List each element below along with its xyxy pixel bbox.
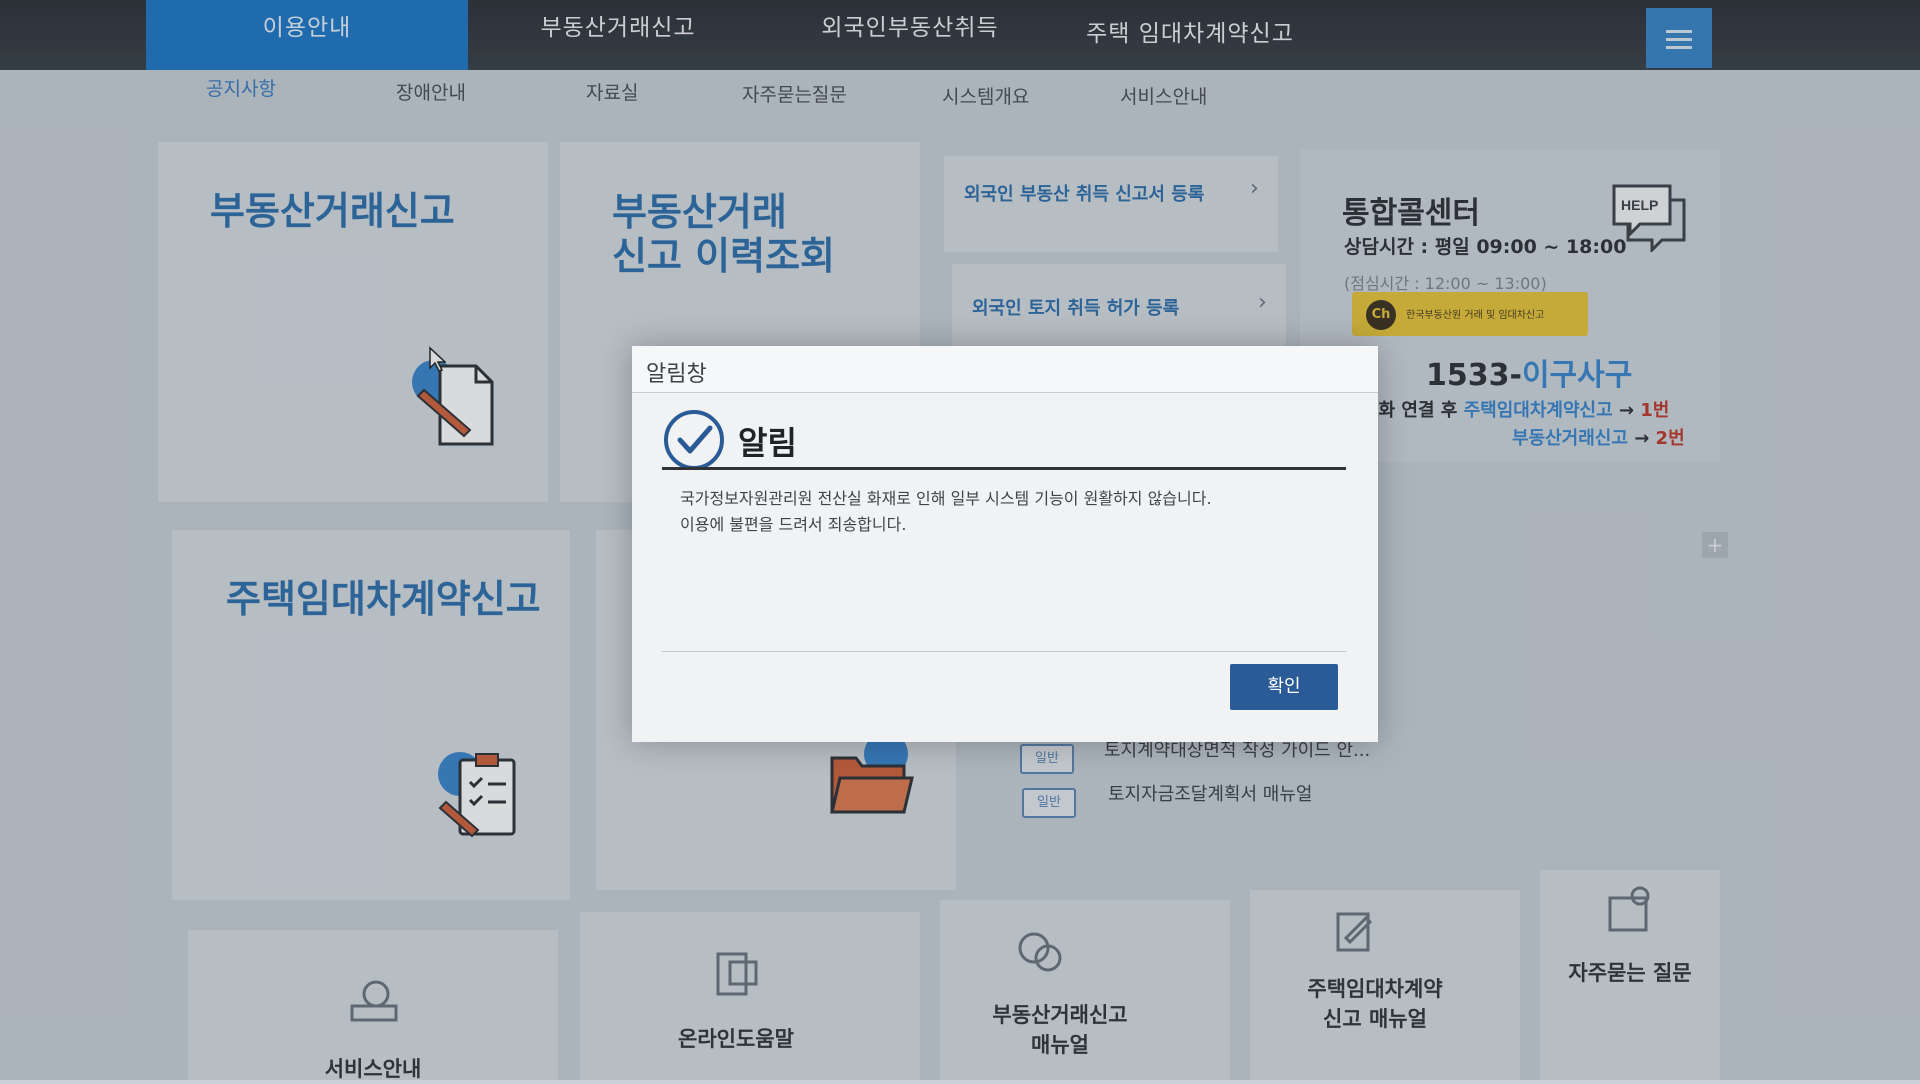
alert-dialog: 알림창 알림 국가정보자원관리원 전산실 화재로 인해 일부 시스템 기능이 원… <box>632 346 1378 742</box>
dialog-divider <box>662 467 1346 470</box>
dialog-window-title: 알림창 <box>646 362 707 387</box>
check-circle-icon <box>664 410 724 470</box>
dialog-message-line1: 국가정보자원관리원 전산실 화재로 인해 일부 시스템 기능이 원활하지 않습니… <box>680 489 1212 508</box>
confirm-button[interactable]: 확인 <box>1230 664 1338 710</box>
dialog-message-line2: 이용에 불편을 드려서 죄송합니다. <box>680 515 907 534</box>
dialog-footer-divider <box>662 651 1346 652</box>
dialog-message: 국가정보자원관리원 전산실 화재로 인해 일부 시스템 기능이 원활하지 않습니… <box>680 486 1340 538</box>
dialog-title: 알림 <box>738 424 797 462</box>
dialog-header: 알림창 <box>632 346 1378 393</box>
